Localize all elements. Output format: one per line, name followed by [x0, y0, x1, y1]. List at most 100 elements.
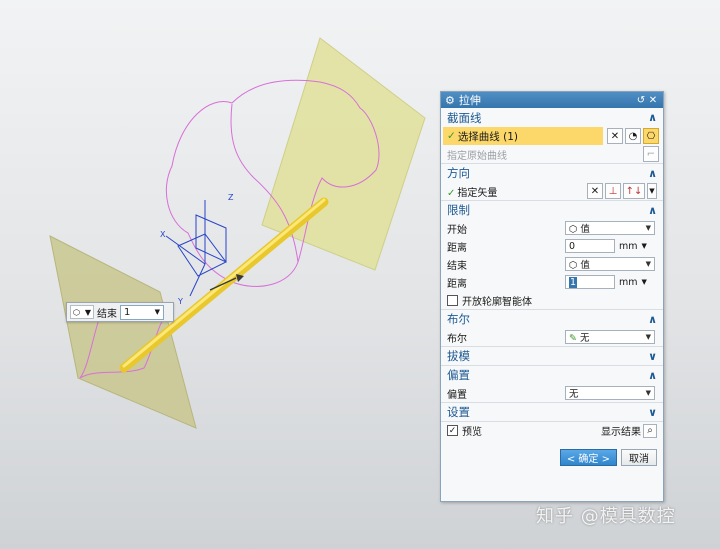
chevron-up-icon: ∧	[648, 166, 657, 180]
end-value-input[interactable]: 1 ▼	[120, 304, 164, 320]
section-title: 偏置	[447, 368, 470, 382]
offset-label: 偏置	[447, 389, 467, 401]
checkmark-icon: ✓	[447, 130, 456, 142]
magnifier-icon[interactable]: ⌕	[643, 423, 657, 438]
cube-icon: ⬡	[569, 260, 578, 271]
distance2-row: 距离 1 mm ▼	[441, 273, 663, 291]
section-header-boolean[interactable]: 布尔 ∧	[441, 309, 663, 328]
start-row: 开始 ⬡ 值 ▼	[441, 219, 663, 237]
reset-icon[interactable]: ↺	[635, 95, 647, 106]
distance2-unit: mm	[619, 276, 638, 288]
chevron-down-icon: ▼	[84, 307, 91, 317]
chevron-down-icon: ▼	[641, 242, 647, 250]
curve-rule-icon[interactable]: ◔	[625, 128, 641, 144]
boolean-label: 布尔	[447, 333, 467, 345]
watermark: 知乎 @模具数控	[536, 506, 676, 527]
chevron-down-icon: ∨	[648, 349, 657, 363]
chevron-down-icon: ▼	[641, 278, 647, 286]
cube-icon: ⬡	[569, 224, 578, 235]
chevron-up-icon: ∧	[648, 368, 657, 382]
preview-label: 预览	[462, 427, 482, 438]
chevron-down-icon: ▼	[645, 333, 651, 341]
boolean-select[interactable]: ✎ 无 ▼	[565, 330, 655, 344]
distance1-unit: mm	[619, 240, 638, 252]
section-header-direction[interactable]: 方向 ∧	[441, 163, 663, 182]
offset-select[interactable]: 无 ▼	[565, 386, 655, 400]
limit-type-dropdown[interactable]: ⬡ ▼	[70, 305, 94, 319]
end-type-select[interactable]: ⬡ 值 ▼	[565, 257, 655, 271]
dialog-titlebar[interactable]: ⚙ 拉伸 ↺ ✕	[441, 92, 663, 108]
axis-label-z: Z	[228, 193, 234, 202]
cube-icon: ⬡	[73, 307, 80, 317]
select-curve-label: 选择曲线 (1)	[457, 130, 519, 143]
end-value-text: 1	[124, 306, 131, 318]
distance1-label: 距离	[447, 242, 467, 254]
distance2-label: 距离	[447, 278, 467, 290]
chevron-down-icon: ▼	[645, 389, 651, 397]
chevron-down-icon[interactable]: ▼	[647, 183, 657, 199]
end-label: 结束	[97, 308, 117, 320]
open-profile-label: 开放轮廓智能体	[462, 296, 532, 308]
distance2-input[interactable]: 1	[565, 275, 615, 289]
floating-input-toolbar: ⬡ ▼ 结束 1 ▼	[66, 302, 174, 322]
vector-dialog-icon[interactable]: ⊥	[605, 183, 621, 199]
offset-row: 偏置 无 ▼	[441, 384, 663, 402]
section-header-draft[interactable]: 拔模 ∨	[441, 346, 663, 365]
specify-original-label: 指定原始曲线	[447, 150, 507, 162]
specify-vector-label: 指定矢量	[457, 187, 498, 199]
end-label: 结束	[447, 260, 467, 272]
distance1-row: 距离 0 mm ▼	[441, 237, 663, 255]
checkmark-icon: ✓	[447, 187, 456, 199]
preview-checkbox[interactable]: ✓	[447, 425, 458, 436]
gear-icon: ⚙	[445, 93, 455, 107]
section-title: 设置	[447, 405, 470, 419]
section-title: 限制	[447, 203, 470, 217]
boolean-none-icon: ✎	[569, 333, 577, 344]
section-title: 方向	[447, 166, 470, 180]
section-header-limits[interactable]: 限制 ∧	[441, 200, 663, 219]
boolean-value: 无	[580, 333, 590, 344]
distance1-input[interactable]: 0	[565, 239, 615, 253]
original-curve-icon[interactable]: ⌐	[643, 146, 659, 162]
extrude-dialog: ⚙ 拉伸 ↺ ✕ 截面线 ∧ ✓ 选择曲线 (1) ✕ ◔ ⎔ 指定原始曲线 ⌐…	[440, 91, 664, 502]
distance1-value: 0	[569, 240, 576, 252]
cancel-button[interactable]: 取消	[621, 449, 657, 466]
section-header-offset[interactable]: 偏置 ∧	[441, 365, 663, 384]
specify-vector-row[interactable]: ✓ 指定矢量 ✕ ⊥ ↑↓ ▼	[441, 182, 663, 200]
distance2-value: 1	[569, 276, 578, 288]
specify-original-row[interactable]: 指定原始曲线 ⌐	[441, 145, 663, 163]
dialog-title: 拉伸	[458, 94, 481, 107]
section-header-section[interactable]: 截面线 ∧	[441, 108, 663, 127]
chevron-up-icon: ∧	[648, 203, 657, 217]
start-type-value: 值	[580, 224, 590, 235]
close-icon[interactable]: ✕	[647, 95, 659, 106]
distance1-unit-select[interactable]: mm ▼	[619, 239, 647, 253]
end-type-value: 值	[580, 260, 590, 271]
axis-label-x: X	[160, 230, 166, 239]
ok-button[interactable]: < 确定 >	[559, 449, 617, 466]
section-title: 拔模	[447, 349, 470, 363]
reverse-direction-icon[interactable]: ↑↓	[623, 183, 645, 199]
chevron-down-icon[interactable]: ▼	[155, 308, 160, 316]
section-title: 布尔	[447, 312, 470, 326]
start-label: 开始	[447, 224, 467, 236]
open-profile-checkbox[interactable]	[447, 294, 458, 306]
distance2-unit-select[interactable]: mm ▼	[619, 275, 647, 289]
deselect-icon[interactable]: ✕	[607, 128, 623, 144]
start-type-select[interactable]: ⬡ 值 ▼	[565, 221, 655, 235]
chevron-up-icon: ∧	[648, 111, 657, 124]
show-result-label: 显示结果	[601, 427, 641, 438]
chevron-down-icon: ∨	[648, 405, 657, 419]
open-profile-row[interactable]: 开放轮廓智能体	[441, 291, 663, 309]
axis-label-y: Y	[177, 297, 183, 306]
section-title: 截面线	[447, 110, 482, 125]
section-header-settings[interactable]: 设置 ∨	[441, 402, 663, 421]
chevron-down-icon: ▼	[645, 224, 651, 232]
sketch-section-icon[interactable]: ⎔	[643, 128, 659, 144]
select-curve-row[interactable]: ✓ 选择曲线 (1)	[443, 127, 603, 145]
csys-triad	[165, 200, 227, 297]
offset-value: 无	[569, 389, 579, 400]
end-row: 结束 ⬡ 值 ▼	[441, 255, 663, 273]
deselect-icon[interactable]: ✕	[587, 183, 603, 199]
preview-row: ✓ 预览 显示结果 ⌕	[441, 421, 663, 439]
